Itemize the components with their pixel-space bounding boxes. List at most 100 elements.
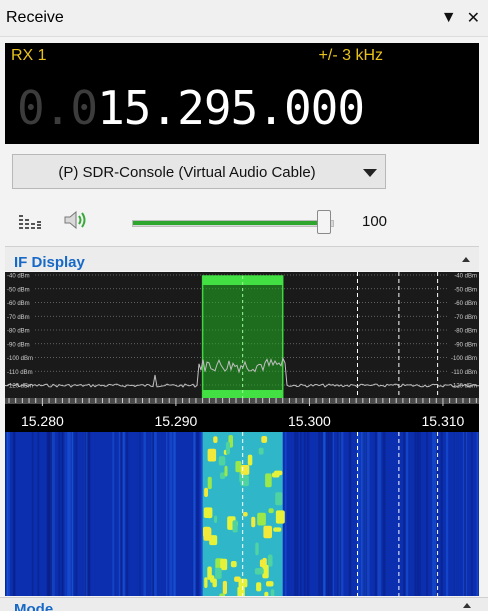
waterfall-noise (31, 432, 34, 596)
dbm-label-left: -60 dBm (7, 301, 30, 307)
waterfall-noise (306, 432, 310, 596)
speaker-icon[interactable] (63, 208, 91, 232)
volume-thumb[interactable] (317, 210, 331, 234)
frequency-axis: 15.280 15.290 15.300 15.310 (5, 398, 479, 432)
waterfall-noise (323, 432, 326, 596)
waterfall-noise (378, 432, 382, 596)
waterfall-noise (455, 432, 457, 596)
waterfall-signal-blob (273, 527, 282, 532)
dbm-label-left: -70 dBm (7, 315, 30, 321)
waterfall-noise (303, 432, 306, 596)
waterfall-noise (126, 432, 129, 596)
waterfall-noise (58, 432, 61, 596)
waterfall-signal-blob (204, 487, 208, 497)
if-display-header[interactable]: IF Display (5, 246, 479, 271)
waterfall-noise (296, 432, 299, 596)
waterfall-noise (84, 432, 86, 596)
waterfall-noise (441, 432, 443, 596)
waterfall-signal-blob (264, 591, 269, 596)
waterfall-signal-blob (220, 472, 226, 479)
waterfall-signal-blob (215, 567, 222, 579)
dbm-label-left: -90 dBm (7, 342, 30, 348)
waterfall-signal-blob (218, 456, 226, 466)
waterfall[interactable] (5, 432, 479, 596)
waterfall-noise (416, 432, 420, 596)
level-meter-icon[interactable] (18, 213, 44, 231)
tick-marks (5, 398, 479, 406)
dbm-label-left: -40 dBm (7, 274, 30, 280)
volume-fill (133, 221, 323, 225)
panel-title: Receive (6, 9, 64, 26)
waterfall-signal-blob (240, 475, 249, 487)
waterfall-signal-blob (275, 492, 283, 506)
frequency-tick-label: 15.310 (421, 413, 465, 429)
waterfall-noise (61, 432, 64, 596)
close-icon[interactable]: ✕ (467, 8, 480, 28)
waterfall-signal-blob (259, 559, 264, 568)
waterfall-noise (445, 432, 449, 596)
waterfall-signal-blob (257, 512, 266, 526)
waterfall-noise (419, 432, 421, 596)
waterfall-noise (348, 432, 351, 596)
waterfall-signal-blob (275, 510, 285, 524)
waterfall-noise (63, 432, 65, 596)
waterfall-noise (362, 432, 364, 596)
dbm-label-left: -80 dBm (7, 329, 30, 335)
mode-header[interactable]: Mode (0, 597, 488, 611)
waterfall-noise (414, 432, 417, 596)
dbm-label-right: -50 dBm (454, 287, 477, 293)
waterfall-noise (193, 432, 196, 596)
volume-slider[interactable] (132, 210, 344, 234)
waterfall-noise (320, 432, 323, 596)
frequency-readout[interactable]: 0.015.295.000 (17, 81, 365, 135)
dropdown-icon[interactable]: ▼ (441, 9, 457, 27)
waterfall-noise (123, 432, 125, 596)
frequency-tick-label: 15.280 (20, 413, 64, 429)
waterfall-noise (154, 432, 157, 596)
waterfall-noise (318, 432, 321, 596)
waterfall-signal-blob (207, 508, 212, 519)
waterfall-signal-blob (213, 436, 218, 443)
waterfall-noise (384, 432, 386, 596)
waterfall-noise (284, 432, 287, 596)
waterfall-signal-blob (220, 558, 228, 571)
waterfall-noise (325, 432, 329, 596)
frequency-display: RX 1 +/- 3 kHz 0.015.295.000 (5, 43, 479, 144)
waterfall-noise (426, 432, 428, 596)
waterfall-noise (330, 432, 333, 596)
chevron-down-icon (363, 169, 377, 177)
bandwidth-label: +/- 3 kHz (318, 47, 383, 64)
audio-device-label: (P) SDR-Console (Virtual Audio Cable) (58, 164, 316, 181)
collapse-icon[interactable] (462, 257, 470, 262)
waterfall-signal-blob (207, 476, 212, 490)
waterfall-noise (365, 432, 367, 596)
waterfall-noise (471, 432, 473, 596)
waterfall-noise (88, 432, 90, 596)
dbm-label-left: -100 dBm (7, 356, 33, 362)
audio-device-select[interactable]: (P) SDR-Console (Virtual Audio Cable) (12, 154, 386, 189)
waterfall-signal-blob (265, 473, 272, 488)
waterfall-noise (71, 432, 74, 596)
waterfall-noise (86, 432, 89, 596)
waterfall-noise (374, 432, 378, 596)
waterfall-noise (68, 432, 71, 596)
waterfall-signal-blob (224, 465, 228, 477)
waterfall-signal-blob (219, 593, 225, 596)
collapse-icon[interactable] (463, 603, 471, 608)
waterfall-noise (377, 432, 380, 596)
waterfall-noise (366, 432, 370, 596)
waterfall-signal-blob (214, 515, 218, 523)
dbm-label-right: -110 dBm (451, 370, 477, 376)
waterfall-noise (174, 432, 176, 596)
waterfall-signal-blob (261, 436, 268, 443)
waterfall-noise (432, 432, 435, 596)
waterfall-signal-blob (203, 527, 212, 541)
if-spectrum[interactable]: -40 dBm -40 dBm -50 dBm -50 dBm -60 dBm -60 d… (5, 272, 479, 398)
waterfall-noise (37, 432, 40, 596)
waterfall-noise (169, 432, 173, 596)
waterfall-noise (478, 432, 479, 596)
waterfall-noise (350, 432, 352, 596)
waterfall-signal-blob (243, 512, 248, 517)
if-display-title: IF Display (14, 254, 85, 271)
waterfall-signal-blob (237, 586, 245, 596)
